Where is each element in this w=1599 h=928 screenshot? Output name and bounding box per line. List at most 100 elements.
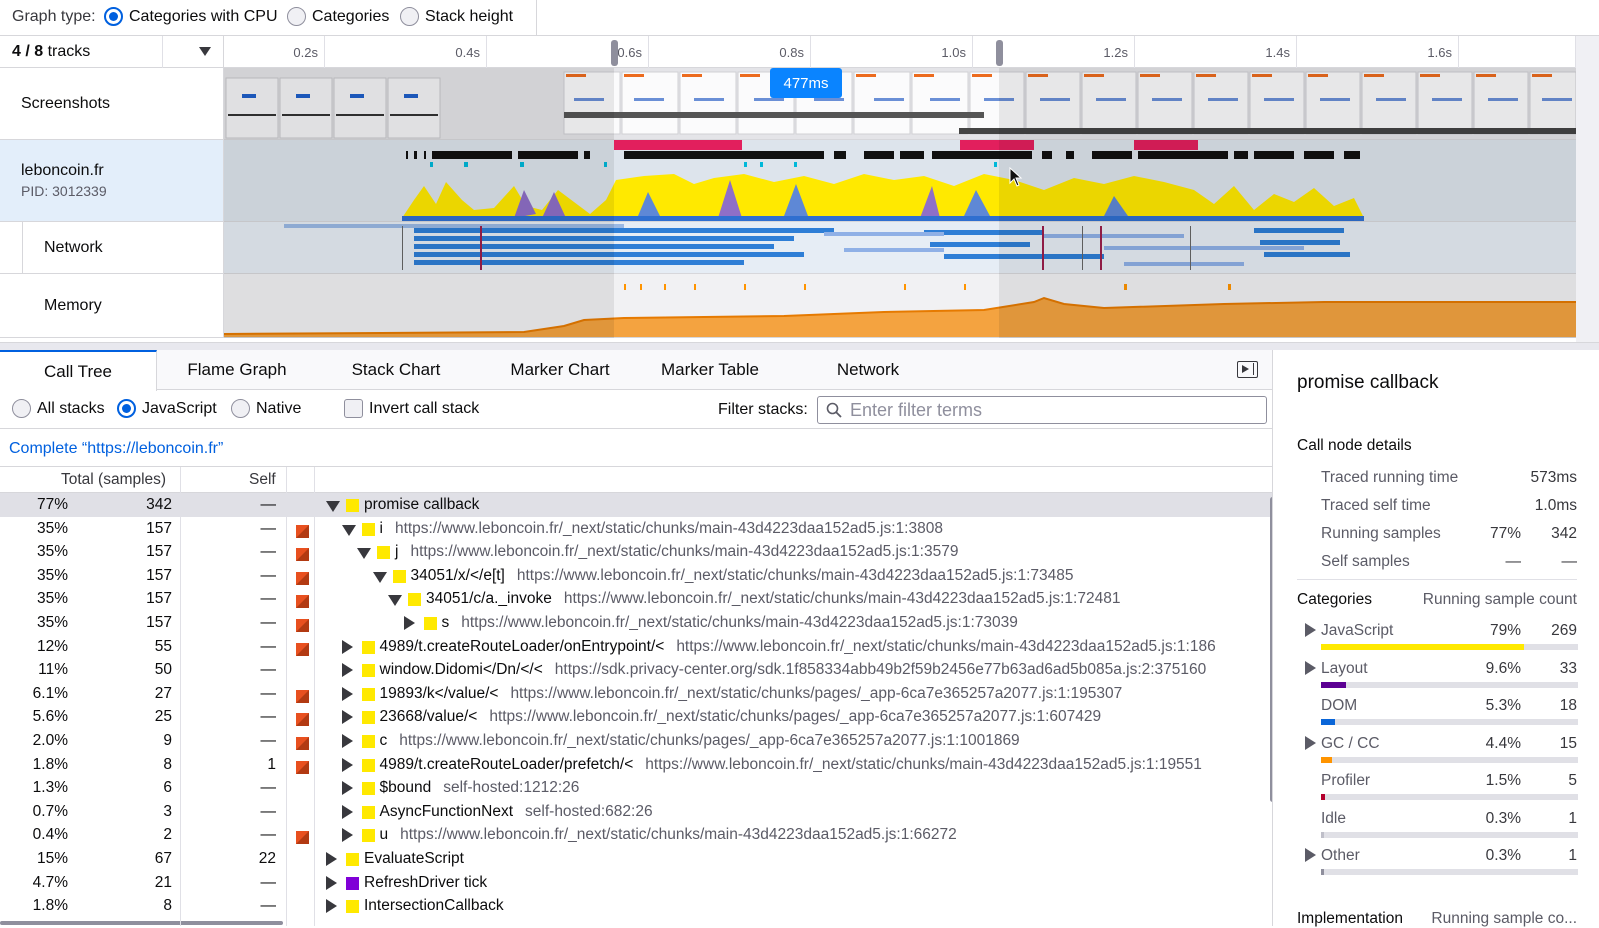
radio-selected-icon[interactable] [117,399,136,418]
selection-start-handle[interactable] [611,40,618,66]
tab-stack-chart[interactable]: Stack Chart [326,350,466,390]
collapsed-twisty-icon[interactable] [341,663,353,678]
call-tree-row[interactable]: 35% 157 — s https://www.leboncoin.fr/_next/s… [0,611,1272,635]
collapsed-twisty-icon[interactable] [326,875,337,890]
function-name: c https://www.leboncoin.fr/_next/static/c… [379,732,1020,749]
detail-label: Self samples [1321,553,1410,570]
expand-category-icon[interactable] [1305,848,1316,862]
call-tree-row[interactable]: 11% 50 — window.Didomi</Dn/</< https://sdk.p… [0,658,1272,682]
call-tree-horizontal-scrollbar[interactable] [0,921,283,925]
total-percent: 15% [36,850,68,867]
all-stacks-option[interactable]: All stacks [12,399,105,418]
call-tree-row[interactable]: 35% 157 — j https://www.leboncoin.fr/_next/s… [0,540,1272,564]
detail-label: Traced running time [1321,469,1459,486]
screenshots-track-label[interactable]: Screenshots [0,68,224,139]
radio-selected-icon[interactable] [104,7,123,26]
collapsed-twisty-icon[interactable] [341,804,353,819]
collapsed-twisty-icon[interactable] [341,639,353,654]
expanded-twisty-icon[interactable] [372,571,387,583]
call-tree-row[interactable]: 35% 157 — 34051/x/</e[t] https://www.lebonco… [0,564,1272,588]
expanded-twisty-icon[interactable] [326,501,340,512]
function-location: self-hosted:682:26 [525,802,653,820]
sidebar-toggle-icon[interactable] [1237,361,1258,378]
collapsed-twisty-icon[interactable] [341,734,353,748]
collapsed-twisty-icon[interactable] [403,616,415,630]
graph-type-categories-cpu-option[interactable]: Categories with CPU [104,7,278,26]
collapsed-twisty-icon[interactable] [326,852,337,866]
tab-marker-table[interactable]: Marker Table [640,350,780,390]
function-name: 4989/t.createRouteLoader/onEntrypoint/< h… [379,637,1216,655]
column-divider [286,493,287,926]
native-stacks-option[interactable]: Native [231,399,301,418]
detail-value: 573ms [1530,469,1577,486]
call-tree-row[interactable]: 0.4% 2 — u https://www.leboncoin.fr/_next/st… [0,823,1272,847]
expanded-twisty-icon[interactable] [341,524,356,536]
call-tree-row[interactable]: 35% 157 — i https://www.leboncoin.fr/_next/s… [0,517,1272,541]
total-samples: 157 [146,590,172,608]
call-tree-row[interactable]: 1.8% 8 — IntersectionCallback [0,894,1272,918]
filter-stacks-input[interactable]: Enter filter terms [817,396,1267,424]
tab-marker-chart[interactable]: Marker Chart [486,350,634,390]
expanded-twisty-icon[interactable] [388,595,402,607]
call-tree-row[interactable]: 12% 55 — 4989/t.createRouteLoader/onEntrypo… [0,635,1272,659]
call-tree-row[interactable]: 5.6% 25 — 23668/value/< https://www.leboncoi… [0,705,1272,729]
track-count: 4 / 8 [12,43,44,60]
call-tree-row[interactable]: 1.3% 6 — $bound self-hosted:1212:26 [0,776,1272,800]
tab-call-tree[interactable]: Call Tree [0,350,157,391]
invert-call-stack-checkbox[interactable]: Invert call stack [344,399,479,418]
self-samples: — [260,873,277,891]
breadcrumb-item[interactable]: Complete “https://leboncoin.fr” [9,440,223,457]
collapsed-twisty-icon[interactable] [341,781,353,796]
expanded-twisty-icon[interactable] [357,548,371,560]
function-location: https://www.leboncoin.fr/_next/static/ch… [676,637,1216,655]
memory-track-label[interactable]: Memory [0,274,224,337]
category-percent: 0.3% [1485,809,1521,827]
collapsed-twisty-icon[interactable] [341,710,353,725]
network-track-label[interactable]: Network [0,222,224,273]
call-tree-row[interactable]: 6.1% 27 — 19893/k</value/< https://www.lebon… [0,682,1272,706]
total-percent: 12% [36,637,68,655]
breadcrumb[interactable]: Complete “https://leboncoin.fr” [0,430,1272,467]
column-divider [286,467,287,493]
call-tree-row[interactable]: 15% 67 22 EvaluateScript [0,847,1272,871]
graph-type-categories-option[interactable]: Categories [287,7,389,26]
call-tree-row[interactable]: 4.7% 21 — RefreshDriver tick [0,871,1272,895]
call-tree-row[interactable]: 1.8% 8 1 4989/t.createRouteLoader/prefetch/… [0,753,1272,777]
tab-network[interactable]: Network [818,350,918,390]
collapsed-twisty-icon[interactable] [341,757,353,772]
collapsed-twisty-icon[interactable] [326,899,337,914]
radio-icon[interactable] [12,399,31,418]
graph-type-stack-height-option[interactable]: Stack height [400,7,513,26]
radio-icon[interactable] [400,7,419,26]
call-tree[interactable]: 77% 342 — promise callback 35% 157 — i https://w… [0,493,1272,926]
call-tree-row[interactable]: 77% 342 — promise callback [0,493,1272,517]
radio-icon[interactable] [287,7,306,26]
collapsed-twisty-icon[interactable] [341,828,353,843]
call-tree-row[interactable]: 2.0% 9 — c https://www.leboncoin.fr/_next/st… [0,729,1272,753]
category-swatch-icon [392,569,406,583]
category-percent: 0.3% [1485,847,1521,864]
checkbox-icon[interactable] [344,399,363,418]
timeline[interactable]: 4 / 8 tracks 0.2s 0.4s 0.6s 0.8s 1.0s 1.… [0,36,1599,342]
call-tree-row[interactable]: 35% 157 — 34051/c/a._invoke https://www.lebo… [0,587,1272,611]
time-ruler[interactable]: 0.2s 0.4s 0.6s 0.8s 1.0s 1.2s 1.4s 1.6s [162,36,1576,68]
js-tracer-icon [296,689,309,703]
timeline-scrollbar[interactable] [1576,36,1599,342]
ruler-tick: 0.4s [324,36,486,68]
selection-end-handle[interactable] [996,40,1003,66]
expand-category-icon[interactable] [1305,623,1316,637]
category-swatch-icon [346,499,359,512]
call-tree-row[interactable]: 0.7% 3 — AsyncFunctionNext self-hosted:682:2… [0,800,1272,824]
javascript-stacks-option[interactable]: JavaScript [117,399,217,418]
function-location: https://www.leboncoin.fr/_next/static/ch… [489,708,1102,726]
process-track-label[interactable]: leboncoin.fr PID: 3012339 [0,140,224,221]
radio-icon[interactable] [231,399,250,418]
selection-duration-badge[interactable]: 477ms [770,68,842,98]
collapsed-twisty-icon[interactable] [341,686,353,701]
tab-flame-graph[interactable]: Flame Graph [163,350,311,390]
expand-category-icon[interactable] [1305,735,1316,750]
category-count: 1 [1568,809,1577,827]
expand-category-icon[interactable] [1305,660,1316,675]
self-samples: — [260,684,277,702]
panel-splitter[interactable] [0,342,1599,350]
